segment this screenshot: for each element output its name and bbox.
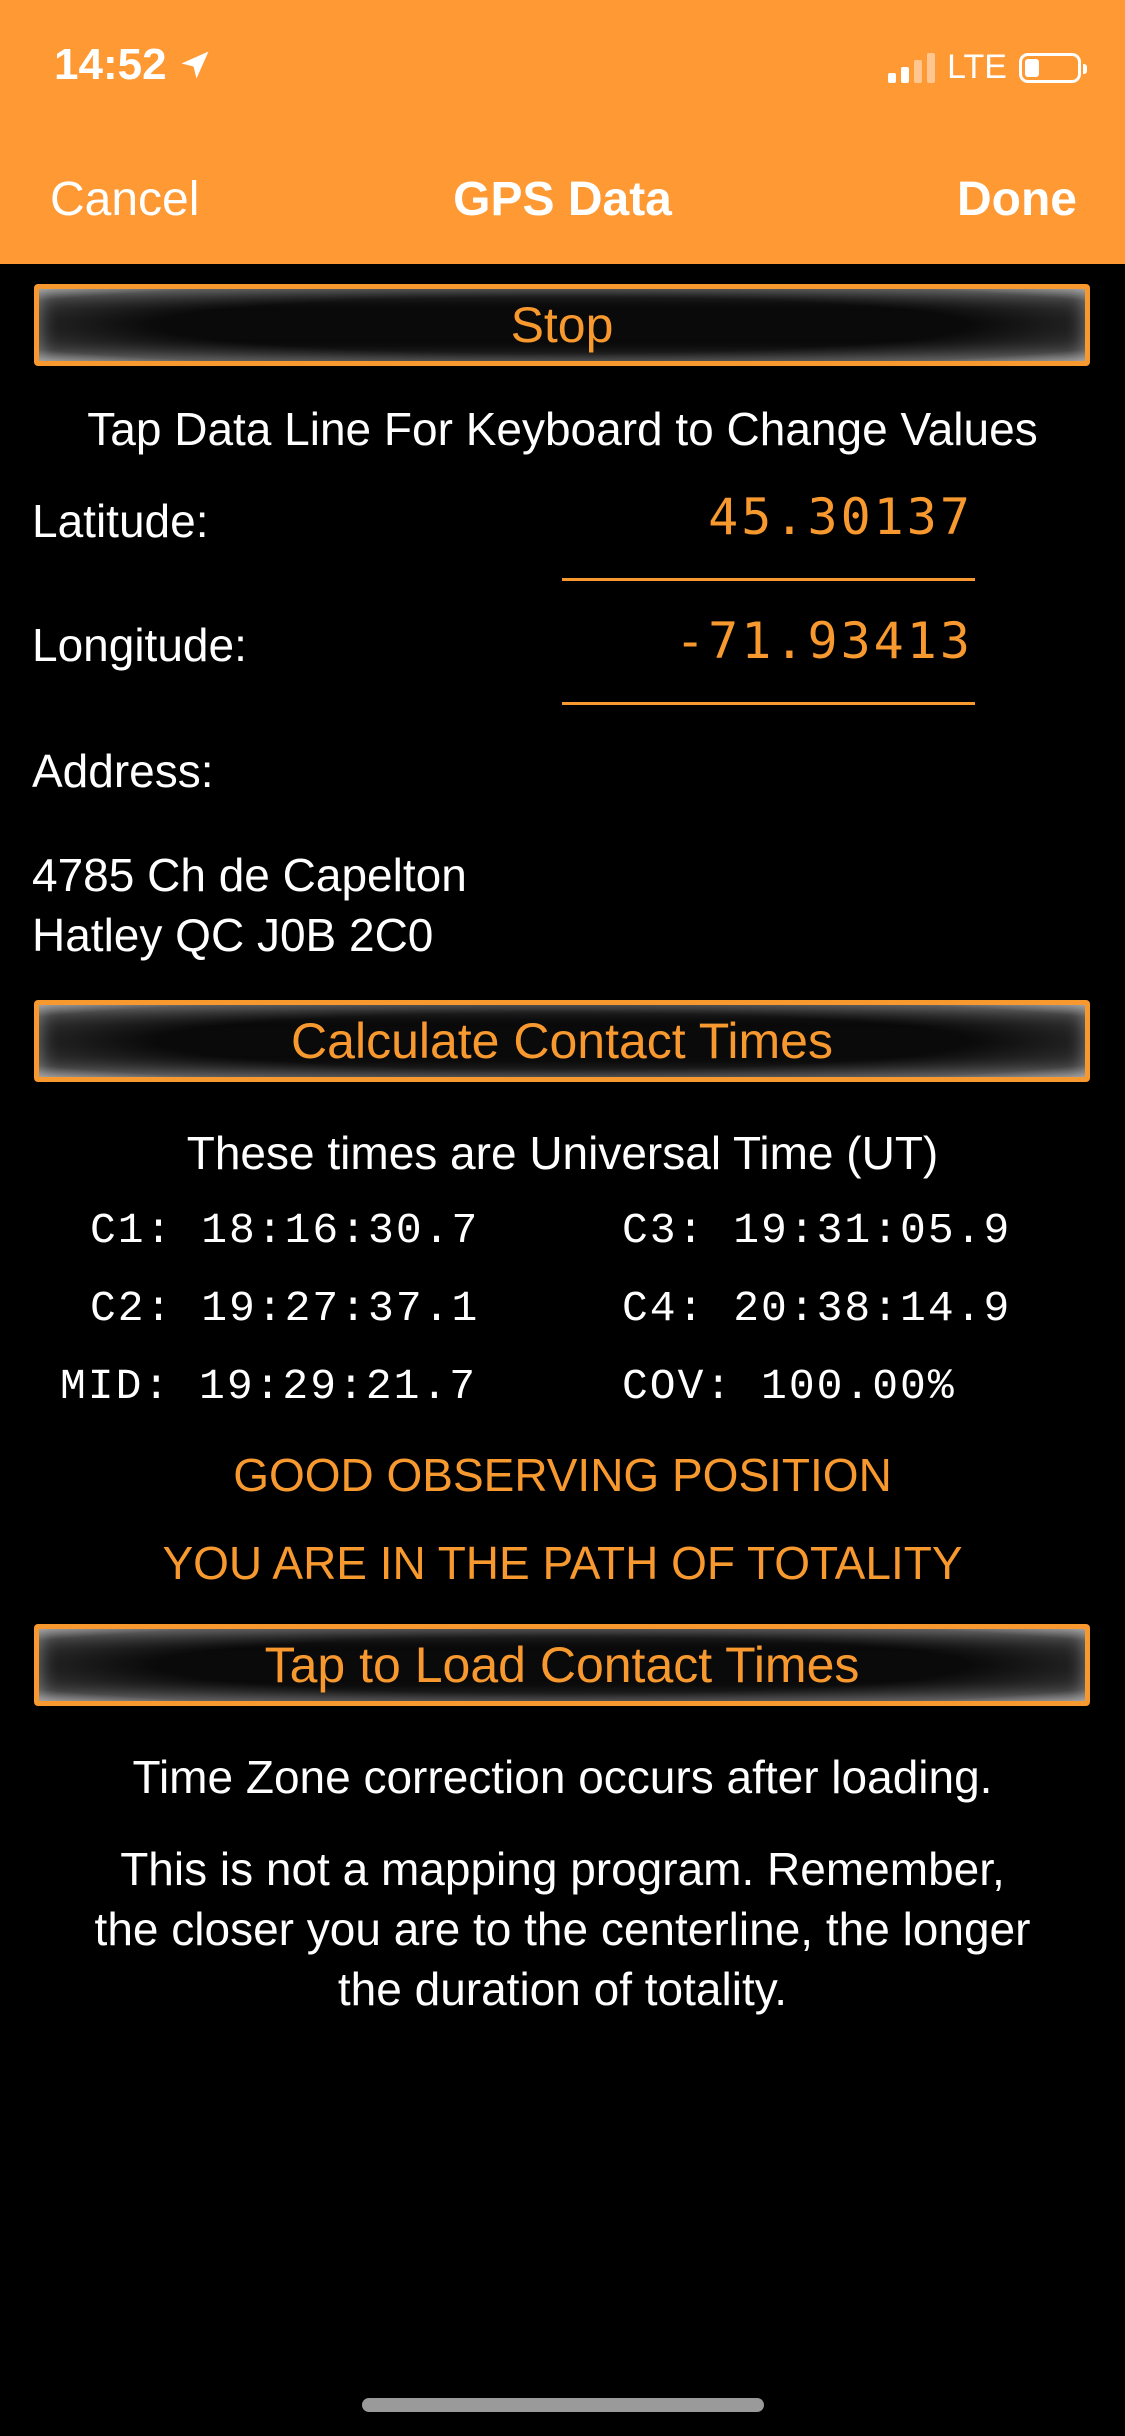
- disclaimer-line-3: the duration of totality.: [337, 1963, 788, 2015]
- battery-icon: [1019, 52, 1087, 83]
- longitude-underline: [562, 702, 975, 705]
- done-button[interactable]: Done: [957, 172, 1077, 227]
- status-time: 14:52: [54, 40, 213, 90]
- ut-note: These times are Universal Time (UT): [186, 1127, 939, 1179]
- latitude-field[interactable]: 45.30137: [708, 488, 973, 546]
- contact-mid: MID: 19:29:21.7: [60, 1362, 478, 1411]
- address-label: Address:: [32, 745, 214, 797]
- stop-button[interactable]: Stop: [34, 284, 1090, 366]
- address-line-1: 4785 Ch de Capelton: [32, 849, 467, 901]
- timezone-note: Time Zone correction occurs after loadin…: [132, 1751, 993, 1803]
- disclaimer-line-2: the closer you are to the centerline, th…: [94, 1903, 1031, 1955]
- totality-status: YOU ARE IN THE PATH OF TOTALITY: [162, 1537, 963, 1589]
- contact-c1: C1: 18:16:30.7: [90, 1206, 480, 1255]
- calculate-contact-times-button[interactable]: Calculate Contact Times: [34, 1000, 1090, 1082]
- disclaimer-line-1: This is not a mapping program. Remember,: [120, 1843, 1005, 1895]
- latitude-label: Latitude:: [32, 495, 209, 547]
- instruction-text: Tap Data Line For Keyboard to Change Val…: [87, 403, 1038, 455]
- contact-c4: C4: 20:38:14.9: [622, 1284, 1012, 1333]
- address-line-2: Hatley QC J0B 2C0: [32, 909, 434, 961]
- location-arrow-icon: [181, 51, 209, 79]
- status-indicators: LTE: [888, 48, 1087, 87]
- cellular-signal-icon: [888, 52, 936, 83]
- contact-c3: C3: 19:31:05.9: [622, 1206, 1012, 1255]
- longitude-field[interactable]: -71.93413: [675, 612, 973, 670]
- navigation-bar: 14:52 LTE Cancel GPS Data Done: [0, 0, 1125, 264]
- contact-c2: C2: 19:27:37.1: [90, 1284, 480, 1333]
- position-status: GOOD OBSERVING POSITION: [233, 1449, 892, 1501]
- latitude-underline: [562, 578, 975, 581]
- load-contact-times-button[interactable]: Tap to Load Contact Times: [34, 1624, 1090, 1706]
- cancel-button[interactable]: Cancel: [50, 172, 199, 227]
- clock-text: 14:52: [54, 40, 167, 89]
- home-indicator[interactable]: [362, 2398, 764, 2412]
- longitude-label: Longitude:: [32, 619, 247, 671]
- coverage: COV: 100.00%: [622, 1362, 956, 1411]
- network-type: LTE: [947, 48, 1007, 86]
